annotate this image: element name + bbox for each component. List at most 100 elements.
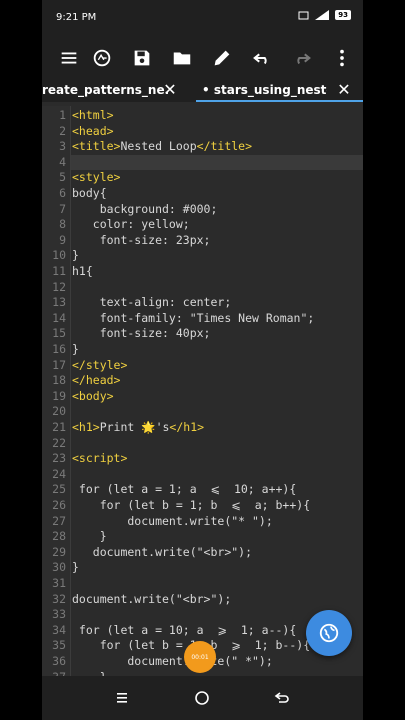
pencil-icon[interactable]	[208, 44, 236, 72]
code-text: color: yellow;	[72, 217, 190, 232]
globe-icon	[319, 623, 339, 643]
line-number: 22	[52, 435, 66, 450]
code-line: 17 </style>	[42, 358, 363, 374]
code-text: background: #000;	[72, 201, 218, 216]
code-text: }	[72, 248, 79, 263]
goto-icon[interactable]	[88, 44, 116, 72]
code-line: 29 document.write("<br>");	[42, 545, 363, 561]
recents-icon[interactable]	[110, 686, 134, 710]
code-line: 31	[42, 576, 363, 592]
line-number: 27	[52, 513, 66, 528]
code-text: <title>Nested Loop</title>	[72, 139, 252, 155]
code-text: document.write("<br>");	[72, 591, 232, 606]
code-line: 4	[42, 155, 363, 171]
code-text: <body>	[72, 388, 114, 403]
line-number: 21	[52, 420, 66, 434]
recording-timer: 00:01	[191, 653, 209, 661]
code-line: 5 <style>	[42, 170, 363, 186]
tab-label: • stars_using_nested...	[202, 83, 327, 97]
line-number: 18	[52, 373, 66, 388]
code-line: 22	[42, 436, 363, 452]
undo-icon[interactable]	[248, 44, 276, 72]
code-text: document.write("* ");	[72, 513, 273, 528]
editor-toolbar	[42, 36, 363, 80]
line-number: 30	[52, 560, 66, 575]
code-line: 30}	[42, 560, 363, 576]
status-icons: 93	[298, 10, 351, 20]
code-line: 26 for (let b = 1; b ⩽ a; b++){	[42, 498, 363, 514]
code-text: }	[72, 560, 79, 575]
line-number: 25	[52, 482, 66, 497]
home-icon[interactable]	[190, 686, 214, 710]
tab-create-patterns[interactable]: reate_patterns_ne...	[42, 80, 168, 102]
code-token: Nested Loop	[120, 139, 197, 154]
code-text: <script>	[72, 451, 128, 466]
code-text: body{	[72, 186, 107, 200]
code-line: 16}	[42, 342, 363, 358]
line-number: 7	[59, 201, 66, 216]
code-line: 28 }	[42, 529, 363, 545]
code-text: for (let b = 1; b ⩽ a; b++){	[72, 498, 311, 512]
line-number: 20	[52, 404, 66, 419]
code-line: 18 </head>	[42, 373, 363, 389]
status-bar: 9:21 PM 93	[42, 0, 363, 36]
code-line: 8 color: yellow;	[42, 217, 363, 233]
line-number: 11	[52, 264, 66, 278]
line-number: 12	[52, 279, 66, 294]
line-number: 2	[59, 123, 66, 138]
close-icon[interactable]: ✕	[160, 80, 180, 102]
code-line: 24	[42, 467, 363, 483]
cast-icon	[298, 11, 309, 19]
code-text: }	[72, 529, 107, 544]
code-line: 11 h1{	[42, 264, 363, 280]
line-number: 24	[52, 466, 66, 481]
line-number: 9	[59, 232, 66, 247]
code-editor[interactable]: 1 <html> 2 <head> 3 <title>Nested Loop</title…	[42, 106, 363, 684]
redo-icon[interactable]	[288, 44, 316, 72]
code-line: 25 for (let a = 1; a ⩽ 10; a++){	[42, 482, 363, 498]
code-text: document.write("<br>");	[72, 544, 253, 559]
code-text: <head>	[72, 123, 114, 138]
line-number: 1	[59, 108, 66, 122]
code-text: <h1>Print 🌟's</h1>	[72, 420, 204, 436]
code-line: 2 <head>	[42, 124, 363, 140]
code-line: 32 document.write("<br>");	[42, 592, 363, 608]
code-token: <title>	[72, 139, 121, 154]
code-line: 15 font-size: 40px;	[42, 326, 363, 342]
code-line: 12	[42, 280, 363, 296]
line-number: 26	[52, 498, 66, 512]
code-text: }	[72, 342, 79, 356]
battery-indicator: 93	[335, 10, 351, 20]
line-number: 13	[52, 295, 66, 310]
code-line: 19 <body>	[42, 389, 363, 405]
line-number: 6	[59, 186, 66, 200]
code-line: 9 font-size: 23px;	[42, 233, 363, 249]
more-vertical-icon[interactable]	[328, 44, 356, 72]
status-time: 9:21 PM	[56, 12, 97, 23]
close-icon[interactable]: ✕	[334, 80, 354, 102]
code-text: for (let a = 1; a ⩽ 10; a++){	[72, 482, 297, 497]
line-number: 5	[59, 170, 66, 185]
line-number: 32	[52, 591, 66, 606]
back-icon[interactable]	[270, 686, 294, 710]
code-text: </head>	[72, 373, 121, 388]
folder-icon[interactable]	[168, 44, 196, 72]
code-text: h1{	[72, 264, 93, 278]
browser-preview-button[interactable]	[306, 610, 352, 656]
hamburger-menu-icon[interactable]	[55, 44, 83, 72]
tab-stars-using-nested[interactable]: • stars_using_nested...	[202, 80, 327, 102]
code-line: 13 text-align: center;	[42, 295, 363, 311]
save-icon[interactable]	[128, 44, 156, 72]
line-number: 14	[52, 310, 66, 325]
code-text: document.write(" *");	[72, 654, 273, 668]
recording-indicator[interactable]: 00:01	[184, 641, 216, 673]
line-number: 19	[52, 388, 66, 403]
code-line: 1 <html>	[42, 108, 363, 124]
code-text: text-align: center;	[72, 295, 232, 310]
line-number: 31	[52, 576, 66, 590]
line-number: 17	[52, 357, 66, 372]
code-token: </title>	[196, 139, 253, 154]
line-number: 4	[59, 154, 66, 169]
active-tab-indicator	[196, 100, 363, 102]
code-token: Print 🌟's	[99, 420, 170, 434]
